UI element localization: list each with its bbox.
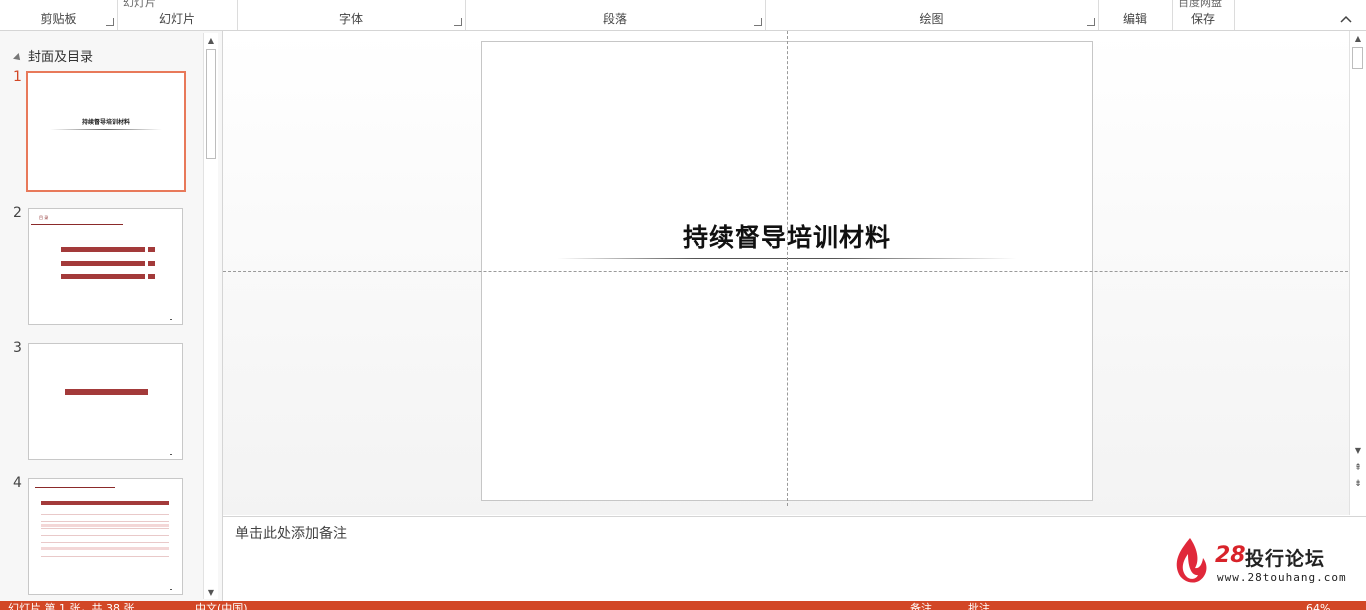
scroll-down-icon[interactable]: ▼ [204,585,218,599]
thumb-title-line [50,129,162,130]
ribbon-group-clipboard: 剪贴板 [0,0,118,30]
ribbon-group-label: 字体 [338,12,363,26]
thumb-toc-num [148,247,155,252]
collapse-ribbon-icon[interactable] [1340,14,1352,26]
thumb-toc-num [148,274,155,279]
watermark-number: 28 [1215,543,1246,568]
thumb-toc-bar [61,247,145,252]
zoom-level[interactable]: 64% [1306,602,1330,610]
ribbon-group-label: 段落 [602,12,627,26]
horizontal-guide[interactable] [223,271,1348,272]
slide-number: 4 [13,475,22,491]
ribbon-group-label: 剪贴板 [40,12,77,26]
ribbon-group-editing: 编辑 [1098,0,1173,30]
editor-scrollbar[interactable]: ▲ ▼ ⇞ ⇟ [1349,31,1366,515]
slide-number: 1 [13,69,22,85]
ribbon-group-label: 幻灯片 [158,12,195,26]
thumb-page-mark [170,319,172,320]
thumb-table-highlight [41,547,169,550]
thumb-page-mark [170,454,172,455]
ribbon-group-label: 绘图 [919,12,944,26]
section-header[interactable]: 封面及目录 [13,46,94,65]
thumb-table-body [41,511,169,561]
slide-thumbnail-3[interactable] [28,343,183,460]
slide-editor: 持续督导培训材料 ▲ ▼ ⇞ ⇟ [223,31,1366,515]
status-bar: 幻灯片 第 1 张，共 38 张 中文(中国) 备注 批注 64% [0,601,1366,610]
scroll-up-icon[interactable]: ▲ [204,33,218,47]
slide-number: 2 [13,205,22,221]
ribbon-group-label: 保存 [1190,12,1215,26]
scrollbar-thumb[interactable] [206,49,216,159]
notes-toggle[interactable]: 备注 [910,602,932,610]
section-title: 封面及目录 [28,50,94,65]
ribbon-group-paragraph: 段落 [465,0,766,30]
slide-counter: 幻灯片 第 1 张，共 38 张 [8,602,135,610]
thumb-toc-line [31,224,123,225]
paragraph-launcher-icon[interactable] [754,18,762,26]
scroll-up-icon[interactable]: ▲ [1351,31,1365,45]
ribbon-group-label: 编辑 [1122,12,1147,26]
language-indicator[interactable]: 中文(中国) [195,602,248,610]
flame-icon [1176,538,1207,583]
scroll-down-icon[interactable]: ▼ [1351,443,1365,457]
clipboard-launcher-icon[interactable] [106,18,114,26]
scrollbar-thumb[interactable] [1352,47,1363,69]
section-collapse-icon[interactable] [13,53,23,63]
notes-placeholder[interactable]: 单击此处添加备注 [235,523,347,543]
thumb-title: 持续督导培训材料 [81,119,130,126]
slide-number: 3 [13,340,22,356]
thumb-section-bar [65,389,148,395]
thumb-page-mark [170,589,172,590]
thumb-toc-bar [61,261,145,266]
watermark-url: www.28touhang.com [1217,571,1347,584]
comments-toggle[interactable]: 批注 [968,602,990,610]
drawing-launcher-icon[interactable] [1087,18,1095,26]
thumbnail-scrollbar[interactable]: ▲ ▼ [203,33,218,599]
font-launcher-icon[interactable] [454,18,462,26]
thumb-heading-line [35,487,115,488]
ribbon-group-save: 百度网盘 保存 [1172,0,1235,30]
thumb-toc-num [148,261,155,266]
thumb-toc-title: 目 录 [39,215,49,220]
baidu-netdisk-button[interactable]: 百度网盘 [1178,0,1222,10]
new-slide-button[interactable]: 幻灯片 [123,0,156,10]
thumb-table-highlight [41,524,169,527]
thumb-table-header [41,501,169,505]
slide-thumbnail-1[interactable]: 持续督导培训材料 [26,71,186,192]
slide-thumbnail-panel: 封面及目录 1 持续督导培训材料 2 目 录 3 4 ▲ ▼ [0,31,223,601]
ribbon: 剪贴板 幻灯片 幻灯片 字体 段落 绘图 编辑 百度网盘 保存 [0,0,1366,31]
thumb-toc-bar [61,274,145,279]
vertical-guide[interactable] [787,31,788,506]
watermark-name: 投行论坛 [1245,548,1326,570]
ribbon-group-font: 字体 [237,0,466,30]
slide-thumbnail-4[interactable] [28,478,183,595]
ribbon-group-slides: 幻灯片 幻灯片 [117,0,238,30]
slide-thumbnail-2[interactable]: 目 录 [28,208,183,325]
previous-slide-icon[interactable]: ⇞ [1351,461,1365,475]
watermark-logo: 28 投行论坛 www.28touhang.com [1172,536,1362,588]
next-slide-icon[interactable]: ⇟ [1351,477,1365,491]
ribbon-group-drawing: 绘图 [765,0,1099,30]
